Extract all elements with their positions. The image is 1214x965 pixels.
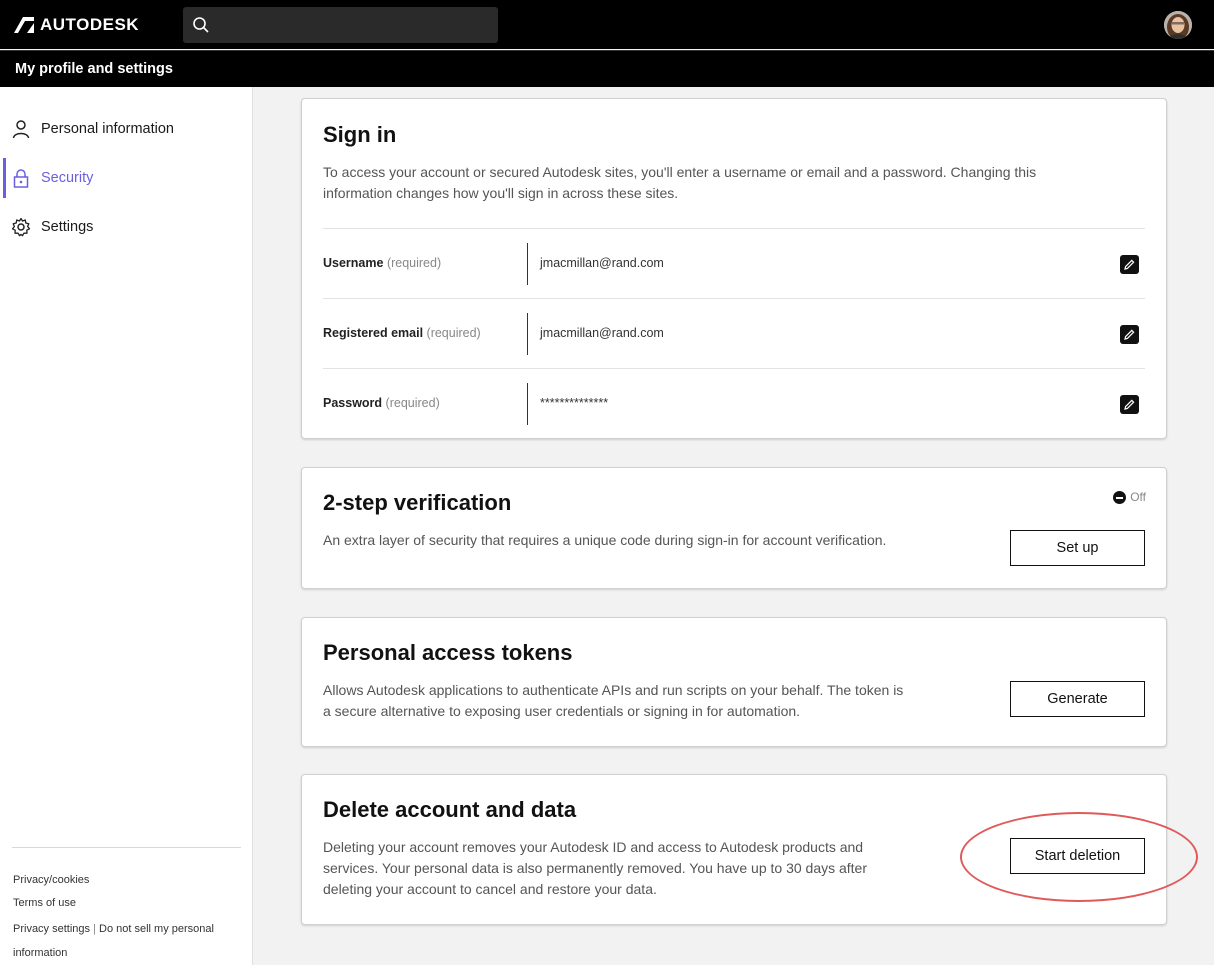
password-label-text: Password xyxy=(323,396,383,410)
autodesk-logo[interactable]: AUTODESK xyxy=(14,15,139,35)
row-divider xyxy=(527,313,528,355)
username-value: jmacmillan@rand.com xyxy=(540,256,664,270)
lock-icon xyxy=(13,169,29,188)
tokens-description: Allows Autodesk applications to authenti… xyxy=(323,680,903,722)
start-deletion-button[interactable]: Start deletion xyxy=(1010,838,1145,874)
generate-button[interactable]: Generate xyxy=(1010,681,1145,717)
search-input[interactable] xyxy=(183,7,498,43)
registered-email-label-text: Registered email xyxy=(323,326,424,340)
sidebar-item-label: Settings xyxy=(41,219,94,235)
password-row: Password (required) ************** xyxy=(323,368,1145,438)
pencil-icon xyxy=(1124,329,1135,340)
search-icon xyxy=(193,17,209,33)
delete-description-line: services. Your personal data is also per… xyxy=(323,860,868,876)
do-not-sell-link-continued[interactable]: information xyxy=(13,947,67,959)
privacy-settings-link[interactable]: Privacy settings xyxy=(13,923,90,935)
sidebar-item-label: Personal information xyxy=(41,121,174,137)
status-badge: Off xyxy=(1113,490,1146,504)
sidebar-item-security[interactable]: Security xyxy=(0,158,252,198)
sidebar: Personal information Security Settings P… xyxy=(0,87,253,965)
required-hint: (required) xyxy=(386,256,442,270)
registered-email-value: jmacmillan@rand.com xyxy=(540,326,664,340)
set-up-button[interactable]: Set up xyxy=(1010,530,1145,566)
registered-email-row: Registered email (required) jmacmillan@r… xyxy=(323,298,1145,368)
pencil-icon xyxy=(1124,399,1135,410)
row-divider xyxy=(527,243,528,285)
tokens-description-line: a secure alternative to exposing user cr… xyxy=(323,703,801,719)
sub-header: My profile and settings xyxy=(0,50,1214,87)
terms-of-use-link[interactable]: Terms of use xyxy=(13,897,76,909)
do-not-sell-link[interactable]: Do not sell my personal xyxy=(99,923,214,935)
delete-description-line: Deleting your account removes your Autod… xyxy=(323,839,864,855)
edit-username-button[interactable] xyxy=(1120,255,1139,274)
gear-icon xyxy=(11,217,31,237)
delete-account-card: Delete account and data Deleting your ac… xyxy=(301,774,1167,925)
delete-description-line: deleting your account to cancel and rest… xyxy=(323,881,657,897)
edit-email-button[interactable] xyxy=(1120,325,1139,344)
username-label-text: Username xyxy=(323,256,384,270)
delete-description: Deleting your account removes your Autod… xyxy=(323,837,867,900)
username-label: Username (required) xyxy=(323,256,441,270)
required-hint: (required) xyxy=(426,326,481,340)
sign-in-description-line: To access your account or secured Autode… xyxy=(323,164,1037,180)
sign-in-description: To access your account or secured Autode… xyxy=(323,162,1036,204)
status-text: Off xyxy=(1130,490,1146,504)
page-title: My profile and settings xyxy=(15,61,173,77)
sidebar-item-settings[interactable]: Settings xyxy=(0,207,252,247)
row-divider xyxy=(527,383,528,425)
brand-name: AUTODESK xyxy=(40,15,140,34)
sign-in-card: Sign in To access your account or secure… xyxy=(301,98,1167,439)
password-value: ************** xyxy=(540,396,609,410)
tokens-title: Personal access tokens xyxy=(323,640,573,665)
pencil-icon xyxy=(1124,259,1135,270)
two-step-description: An extra layer of security that requires… xyxy=(323,532,887,548)
edit-password-button[interactable] xyxy=(1120,395,1139,414)
sign-in-title: Sign in xyxy=(323,122,397,147)
autodesk-logo-icon xyxy=(14,17,34,33)
tokens-description-line: Allows Autodesk applications to authenti… xyxy=(323,682,904,698)
delete-title: Delete account and data xyxy=(323,797,577,822)
required-hint: (required) xyxy=(385,396,440,410)
off-status-icon xyxy=(1113,490,1127,504)
sidebar-item-personal-information[interactable]: Personal information xyxy=(0,109,252,149)
personal-access-tokens-card: Personal access tokens Allows Autodesk a… xyxy=(301,617,1167,747)
avatar[interactable] xyxy=(1164,11,1192,39)
footer-separator: | xyxy=(93,923,96,935)
two-step-verification-card: 2-step verification Off An extra layer o… xyxy=(301,467,1167,589)
avatar-image xyxy=(1164,11,1192,39)
sidebar-item-label: Security xyxy=(41,170,94,186)
two-step-title: 2-step verification xyxy=(323,490,512,515)
privacy-cookies-link[interactable]: Privacy/cookies xyxy=(13,874,89,886)
registered-email-label: Registered email (required) xyxy=(323,326,481,340)
sign-in-description-line: information changes how you'll sign in a… xyxy=(323,185,679,201)
footer-privacy-row: Privacy settings | Do not sell my person… xyxy=(13,923,214,935)
password-label: Password (required) xyxy=(323,396,440,410)
username-row: Username (required) jmacmillan@rand.com xyxy=(323,228,1145,298)
top-bar: AUTODESK xyxy=(0,0,1214,49)
person-icon xyxy=(12,120,30,139)
sidebar-divider xyxy=(12,847,241,848)
